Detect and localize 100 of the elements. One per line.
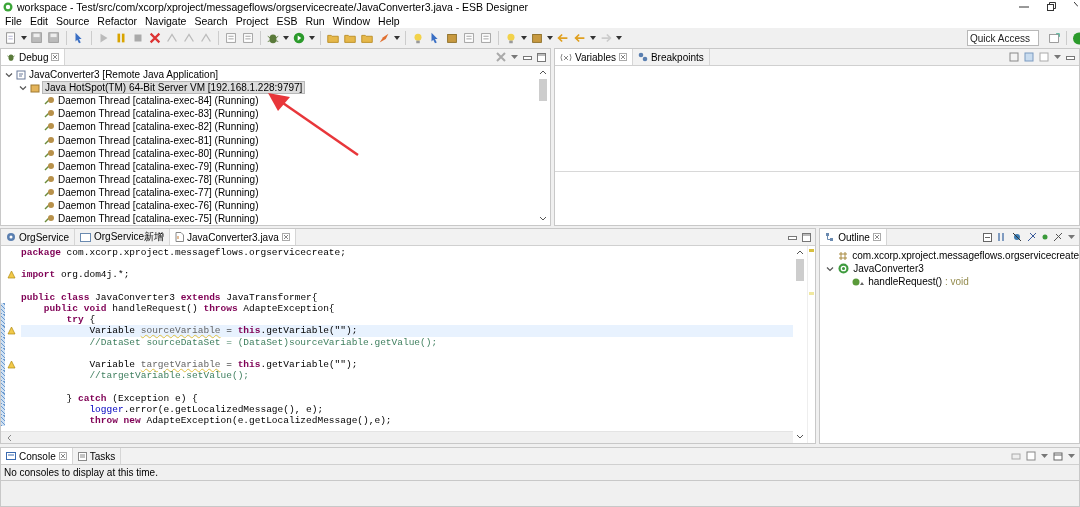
close-icon[interactable] [281, 233, 290, 241]
list-icon[interactable] [479, 31, 493, 45]
thread-icon [44, 122, 55, 132]
tree-item[interactable]: JavaConverter3 [Remote Java Application] [29, 69, 218, 81]
thread-icon [44, 174, 55, 184]
tree-item[interactable]: Daemon Thread [catalina-exec-81] (Running) [58, 134, 259, 146]
view-tab[interactable]: JavaConverter3.java [170, 229, 296, 245]
dot-icon[interactable] [1042, 234, 1048, 240]
menu-item[interactable]: Run [301, 14, 329, 27]
view-menu-icon[interactable] [1054, 54, 1061, 60]
new-console-icon[interactable] [1053, 451, 1063, 461]
tree-item[interactable]: Daemon Thread [catalina-exec-76] (Running) [58, 200, 259, 211]
close-icon[interactable] [618, 53, 627, 61]
hide-static-icon[interactable] [1027, 232, 1037, 242]
tree-item[interactable]: Daemon Thread [catalina-exec-83] (Running) [58, 108, 259, 120]
menu-item[interactable]: Refactor [93, 14, 141, 27]
dropdown-caret-icon[interactable] [309, 36, 315, 40]
chevron-icon[interactable] [826, 264, 835, 273]
close-icon[interactable] [58, 452, 67, 460]
menu-item[interactable]: Navigate [141, 14, 191, 27]
code-line: //DataSet sourceDataSet = (DataSet)sourceVariable.getValue(); [88, 336, 439, 348]
menu-item[interactable]: Help [374, 14, 404, 27]
perspective-icon[interactable] [1048, 31, 1061, 45]
scroll-thumb[interactable] [539, 79, 547, 101]
disconnect-icon[interactable] [148, 31, 162, 45]
view-tab[interactable]: Console [1, 448, 73, 464]
minimize-window-icon[interactable] [1019, 5, 1029, 8]
list-icon[interactable] [462, 31, 476, 45]
outline-item[interactable]: JavaConverter3 [853, 263, 924, 274]
minimize-icon[interactable] [1066, 53, 1075, 61]
menu-item[interactable]: Edit [25, 14, 52, 27]
thread-icon [44, 161, 55, 171]
save-icon[interactable] [47, 31, 61, 45]
hide-local-icon[interactable] [1053, 232, 1063, 242]
menu-item[interactable]: ESB [272, 14, 302, 27]
layout-icon[interactable] [1039, 52, 1049, 62]
show-type-icon[interactable] [1009, 52, 1019, 62]
remove-icon[interactable] [496, 52, 506, 62]
view-menu-icon[interactable] [511, 54, 518, 60]
menu-item[interactable]: Search [190, 14, 232, 27]
package-icon[interactable] [445, 31, 459, 45]
minimize-icon[interactable] [788, 233, 798, 241]
minimize-icon[interactable] [523, 53, 532, 61]
class-icon [838, 263, 850, 274]
outline-icon [825, 232, 836, 242]
code-line: //targetVariable.setValue(); [88, 370, 251, 382]
view-menu-icon[interactable] [1068, 453, 1075, 459]
display-console-icon[interactable] [1026, 451, 1036, 461]
list-icon[interactable] [241, 31, 255, 45]
tree-item[interactable]: Daemon Thread [catalina-exec-75] (Running) [58, 213, 259, 225]
perspective-switch-icon[interactable] [1072, 31, 1080, 45]
sort-icon[interactable] [997, 232, 1007, 242]
list-icon[interactable] [224, 31, 238, 45]
menu-item[interactable]: File [1, 14, 26, 27]
quick-access-field[interactable]: Quick Access [967, 30, 1039, 46]
chevron-icon[interactable] [19, 83, 27, 92]
outline-item[interactable]: com.xcorp.xproject.messageflows.orgservicecreate [852, 250, 1079, 261]
console-message: No consoles to display at this time. [1, 465, 1079, 481]
tree-item[interactable]: Daemon Thread [catalina-exec-77] (Running) [58, 186, 259, 198]
view-tab[interactable]: Variables [555, 49, 633, 65]
dropdown-caret-icon[interactable] [283, 36, 289, 40]
view-tab[interactable]: Outline [820, 229, 887, 245]
view-tab[interactable]: Tasks [72, 448, 122, 464]
tree-item[interactable]: Daemon Thread [catalina-exec-84] (Running) [58, 95, 259, 107]
tree-item[interactable]: Daemon Thread [catalina-exec-78] (Running) [58, 173, 259, 185]
code-line: public class JavaConverter3 extends JavaTransformer{ [21, 291, 319, 303]
collapse-all-icon[interactable] [983, 232, 992, 242]
view-menu-icon[interactable] [1068, 234, 1075, 240]
outline-item[interactable]: handleRequest() : void [868, 276, 969, 287]
dropdown-caret-icon[interactable] [547, 36, 553, 40]
restore-window-icon[interactable] [1047, 2, 1056, 11]
menu-item[interactable]: Source [52, 14, 94, 27]
tree-item[interactable]: Daemon Thread [catalina-exec-82] (Running) [58, 121, 259, 133]
close-icon[interactable] [872, 233, 881, 241]
dropdown-caret-icon[interactable] [521, 36, 527, 40]
tree-item[interactable]: Daemon Thread [catalina-exec-79] (Running) [58, 160, 259, 172]
thread-icon [44, 148, 55, 158]
code-line: throw new AdapteException(e.getLocalizedMessage(),e); [88, 414, 393, 426]
virtual-machine-icon [30, 82, 40, 93]
tree-item[interactable]: Daemon Thread [catalina-exec-80] (Running) [58, 147, 259, 159]
menu-item[interactable]: Window [328, 14, 375, 27]
view-tab[interactable]: OrgService [1, 229, 75, 245]
package-icon[interactable] [530, 31, 544, 45]
tree-item[interactable]: Java HotSpot(TM) 64-Bit Server VM [192.168.1.228:9797] [43, 82, 305, 94]
console-icon [6, 451, 16, 461]
dropdown-caret-icon[interactable] [590, 36, 596, 40]
scroll-thumb[interactable] [796, 259, 805, 281]
menu-item[interactable]: Project [231, 14, 273, 27]
view-menu-icon[interactable] [1041, 453, 1048, 459]
view-tab[interactable]: Breakpoints [632, 49, 710, 65]
chevron-icon[interactable] [5, 70, 13, 79]
code-line: } catch (Exception e) { [65, 392, 199, 404]
dropdown-caret-icon[interactable] [616, 36, 622, 40]
maximize-icon[interactable] [537, 52, 546, 62]
hide-fields-icon[interactable] [1012, 232, 1022, 242]
close-icon[interactable] [51, 53, 60, 61]
view-tab[interactable]: Debug [1, 49, 66, 65]
maximize-icon[interactable] [802, 232, 812, 242]
dropdown-caret-icon[interactable] [21, 36, 27, 40]
dropdown-caret-icon[interactable] [394, 36, 400, 40]
